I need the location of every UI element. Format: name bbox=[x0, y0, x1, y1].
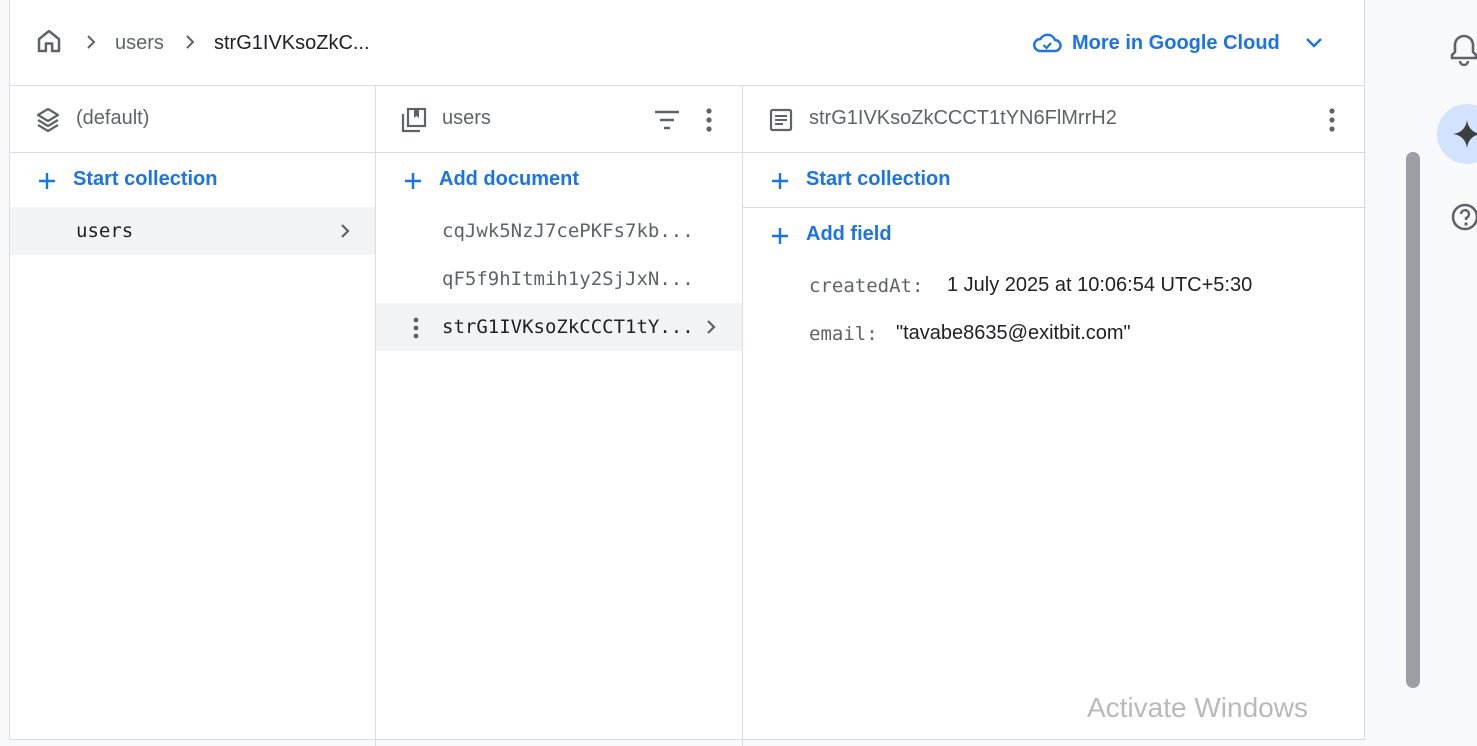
vertical-scrollbar[interactable] bbox=[1406, 152, 1420, 688]
add-document-label: Add document bbox=[439, 168, 579, 190]
document-id: strG1IVKsoZkCCCT1tY... bbox=[442, 316, 694, 338]
cloud-icon bbox=[1033, 33, 1062, 53]
plus-icon bbox=[39, 173, 55, 189]
field-row-email[interactable]: email: "tavabe8635@exitbit.com" bbox=[743, 310, 1366, 358]
chevron-right-icon bbox=[341, 224, 350, 238]
collection-item-users[interactable]: users bbox=[10, 207, 375, 255]
document-panel: strG1IVKsoZkCCCT1tYN6FlMrrH2 Start colle… bbox=[743, 86, 1366, 746]
start-subcollection-button[interactable]: Start collection bbox=[743, 153, 1366, 208]
more-vert-icon[interactable] bbox=[697, 107, 721, 133]
start-collection-button[interactable]: Start collection bbox=[10, 153, 375, 207]
filter-icon[interactable] bbox=[653, 108, 681, 132]
breadcrumb-users[interactable]: users bbox=[115, 30, 164, 56]
field-key: createdAt: bbox=[809, 275, 924, 297]
more-in-google-cloud-button[interactable]: More in Google Cloud bbox=[1032, 26, 1324, 60]
document-item[interactable]: qF5f9hItmih1y2SjJxN... bbox=[376, 255, 742, 303]
database-panel: (default) Start collection users bbox=[10, 86, 376, 746]
document-id: qF5f9hItmih1y2SjJxN... bbox=[442, 268, 694, 290]
activate-windows-watermark: Activate Windows bbox=[1087, 692, 1308, 723]
field-row-createdat[interactable]: createdAt: 1 July 2025 at 10:06:54 UTC+5… bbox=[743, 262, 1366, 310]
document-title: strG1IVKsoZkCCCT1tYN6FlMrrH2 bbox=[809, 107, 1117, 129]
start-collection-label: Start collection bbox=[806, 168, 951, 190]
collection-panel-header: users bbox=[376, 86, 742, 153]
document-item-selected[interactable]: strG1IVKsoZkCCCT1tY... bbox=[376, 303, 742, 351]
home-icon[interactable] bbox=[34, 26, 64, 56]
field-value: "tavabe8635@exitbit.com" bbox=[896, 322, 1131, 344]
chevron-right-icon bbox=[186, 35, 195, 49]
more-vert-icon[interactable] bbox=[1320, 107, 1344, 133]
field-value: 1 July 2025 at 10:06:54 UTC+5:30 bbox=[947, 274, 1253, 296]
database-title: (default) bbox=[76, 107, 150, 129]
breadcrumb-document[interactable]: strG1IVKsoZkC... bbox=[214, 30, 370, 56]
document-item[interactable]: cqJwk5NzJ7cePKFs7kb... bbox=[376, 207, 742, 255]
document-id: cqJwk5NzJ7cePKFs7kb... bbox=[442, 220, 694, 242]
field-key: email: bbox=[809, 323, 878, 345]
add-field-button[interactable]: Add field bbox=[743, 208, 1366, 262]
document-panel-header: strG1IVKsoZkCCCT1tYN6FlMrrH2 bbox=[743, 86, 1366, 153]
notifications-bell-icon[interactable] bbox=[1450, 32, 1477, 66]
collection-title: users bbox=[442, 107, 491, 129]
add-document-button[interactable]: Add document bbox=[376, 153, 742, 207]
more-vert-icon[interactable] bbox=[410, 316, 422, 340]
plus-icon bbox=[405, 173, 421, 189]
document-icon bbox=[769, 108, 793, 132]
database-layers-icon bbox=[36, 107, 60, 133]
start-collection-label: Start collection bbox=[73, 168, 218, 190]
sparkle-icon bbox=[1453, 120, 1477, 148]
collection-icon bbox=[401, 107, 427, 133]
firestore-console-panel: users strG1IVKsoZkC... More in Google Cl… bbox=[9, 0, 1366, 746]
help-icon[interactable] bbox=[1451, 201, 1477, 233]
plus-icon bbox=[772, 173, 788, 189]
chevron-right-icon bbox=[707, 320, 716, 334]
collection-panel: users Add document cqJwk5NzJ7cePKFs7kb..… bbox=[376, 86, 743, 746]
plus-icon bbox=[772, 228, 788, 244]
add-field-label: Add field bbox=[806, 223, 892, 245]
top-bar: users strG1IVKsoZkC... More in Google Cl… bbox=[10, 0, 1364, 86]
cloud-button-label: More in Google Cloud bbox=[1072, 31, 1280, 54]
gemini-assist-button[interactable] bbox=[1437, 104, 1477, 164]
collection-name: users bbox=[76, 220, 134, 242]
chevron-right-icon bbox=[87, 35, 96, 49]
chevron-down-icon bbox=[1305, 38, 1322, 48]
database-panel-header: (default) bbox=[10, 86, 375, 153]
